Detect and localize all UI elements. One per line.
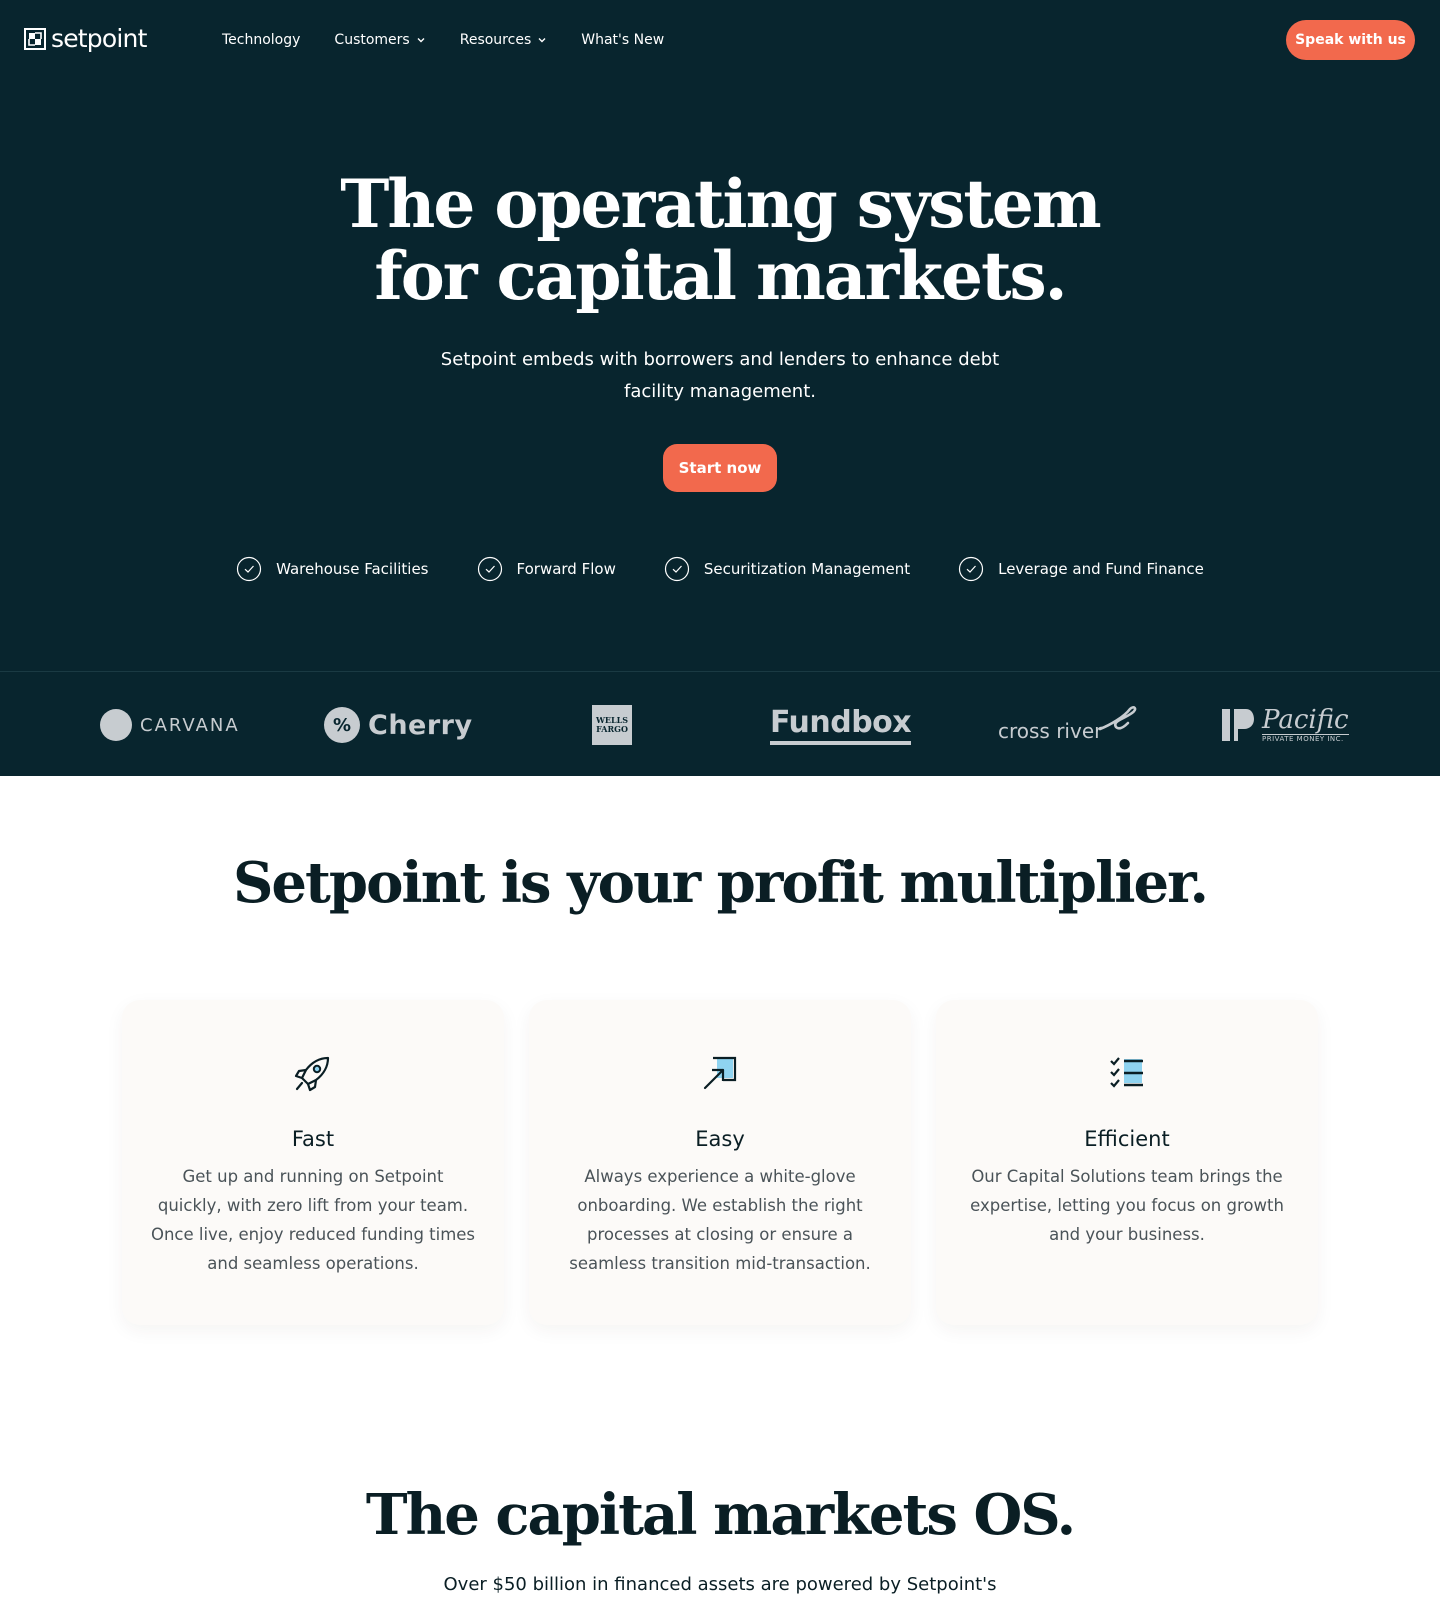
cherry-wordmark: Cherry <box>368 709 473 741</box>
carvana-logo: CARVANA <box>100 702 240 748</box>
feature-list: Warehouse Facilities Forward Flow Securi… <box>0 556 1440 582</box>
hero-title-line: The operating system <box>340 165 1101 243</box>
fundbox-logo: Fundbox <box>770 702 912 748</box>
check-circle-icon <box>477 556 502 582</box>
feature-label: Securitization Management <box>703 560 911 578</box>
nav-links: Technology Customers Resources What's Ne… <box>222 30 664 50</box>
os-section-subtitle: Over $50 billion in financed assets are … <box>443 1574 997 1595</box>
card-body: Always experience a white-glove onboardi… <box>569 1167 871 1273</box>
hero-subtitle-line: facility management. <box>624 381 816 402</box>
feature-label: Forward Flow <box>516 560 616 578</box>
fundbox-wordmark: Fundbox <box>770 705 912 745</box>
carvana-wordmark: CARVANA <box>140 714 240 736</box>
card-title: Fast <box>291 1127 335 1151</box>
card-title: Easy <box>695 1127 745 1151</box>
feature-item: Forward Flow <box>477 556 616 582</box>
card-easy: Easy Always experience a white-glove onb… <box>529 1000 911 1325</box>
cherry-percent-icon: % <box>324 707 360 743</box>
customer-logo-strip: CARVANA % Cherry WELLS FARGO Fundbox cro… <box>0 671 1440 776</box>
cross-river-logo: cross river <box>998 702 1138 748</box>
start-now-button[interactable]: Start now <box>663 444 777 492</box>
profit-section-title: Setpoint is your profit multiplier. <box>232 850 1209 916</box>
pacific-logo: Pacific PRIVATE MONEY INC. <box>1220 702 1349 748</box>
speak-with-us-button[interactable]: Speak with us <box>1286 20 1415 60</box>
feature-item: Leverage and Fund Finance <box>958 556 1204 582</box>
nav-link-label: Resources <box>459 32 532 48</box>
hero-section: setpoint Technology Customers Resources … <box>0 0 1440 776</box>
card-body: Our Capital Solutions team brings the ex… <box>970 1167 1284 1244</box>
feature-label: Leverage and Fund Finance <box>998 560 1204 578</box>
chevron-down-icon <box>538 38 546 43</box>
nav-link-label: Technology <box>222 32 301 48</box>
feature-item: Warehouse Facilities <box>236 556 429 582</box>
top-nav: setpoint Technology Customers Resources … <box>0 0 1440 80</box>
brand-name: setpoint <box>51 24 147 53</box>
nav-link-whats-new[interactable]: What's New <box>581 30 664 50</box>
pacific-p-mark-icon <box>1222 709 1254 741</box>
nav-link-technology[interactable]: Technology <box>222 30 300 50</box>
nav-link-resources[interactable]: Resources <box>460 30 548 50</box>
card-fast: Fast Get up and running on Setpoint quic… <box>122 1000 504 1325</box>
pacific-wordmark-stack: Pacific PRIVATE MONEY INC. <box>1262 706 1349 744</box>
feature-item: Securitization Management <box>664 556 910 582</box>
nav-link-label: Customers <box>334 32 410 48</box>
wells-fargo-line: FARGO <box>596 724 628 734</box>
chevron-down-icon <box>417 38 425 43</box>
cross-river-swirl-icon <box>1099 706 1137 731</box>
wells-fargo-badge: WELLS FARGO <box>592 705 632 745</box>
feature-label: Warehouse Facilities <box>276 560 429 578</box>
hero-title: The operating system for capital markets… <box>0 168 1440 312</box>
nav-link-label: What's New <box>581 32 665 48</box>
setpoint-logo[interactable]: setpoint <box>24 22 147 56</box>
nav-link-customers[interactable]: Customers <box>334 30 425 50</box>
checklist-icon <box>1110 1057 1143 1088</box>
wells-fargo-logo: WELLS FARGO <box>592 702 632 748</box>
check-circle-icon <box>959 556 984 582</box>
hero-subtitle: Setpoint embeds with borrowers and lende… <box>420 344 1020 408</box>
os-section-title: The capital markets OS. <box>365 1482 1076 1548</box>
hero-title-line: for capital markets. <box>374 237 1067 315</box>
carvana-car-icon <box>100 709 132 741</box>
setpoint-logo-icon <box>24 28 46 50</box>
check-circle-icon <box>664 556 689 582</box>
pacific-subtext: PRIVATE MONEY INC. <box>1262 734 1349 744</box>
card-title: Efficient <box>1084 1127 1170 1151</box>
cherry-logo: % Cherry <box>324 702 473 748</box>
hero-subtitle-line: Setpoint embeds with borrowers and lende… <box>440 349 1000 370</box>
pacific-wordmark: Pacific <box>1262 705 1349 735</box>
card-efficient: Efficient Our Capital Solutions team bri… <box>936 1000 1318 1325</box>
cross-river-wordmark: cross river <box>998 719 1103 743</box>
card-body: Get up and running on Setpoint quickly, … <box>150 1167 476 1273</box>
check-circle-icon <box>236 556 262 582</box>
arrow-into-box-icon <box>703 1056 737 1090</box>
value-cards: Fast Get up and running on Setpoint quic… <box>122 1000 1318 1325</box>
rocket-icon <box>294 1056 330 1092</box>
